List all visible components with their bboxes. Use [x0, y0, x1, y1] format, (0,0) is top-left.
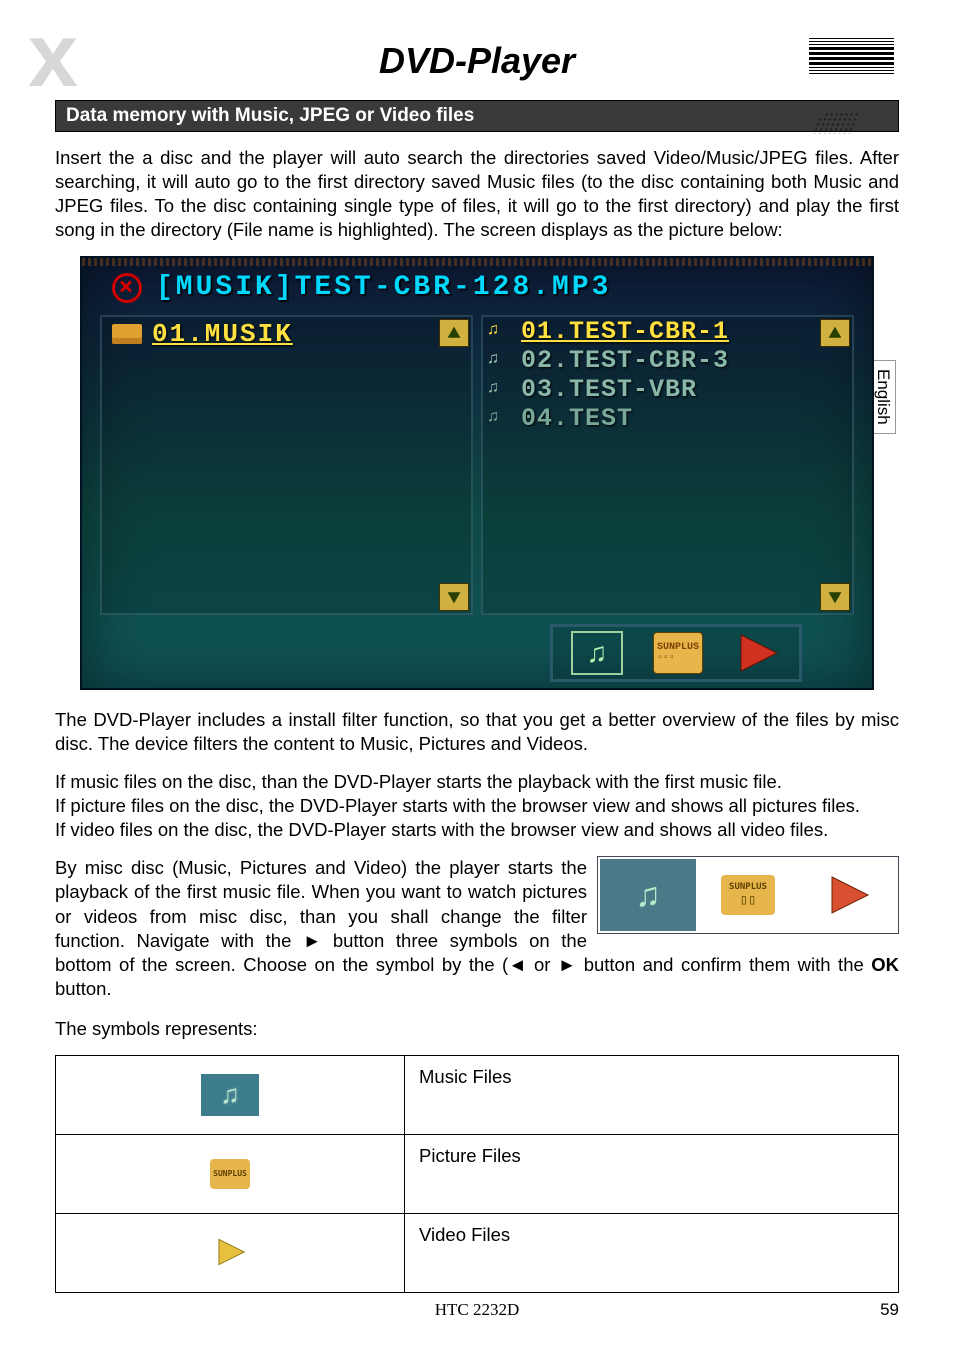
symbols-label: The symbols represents:: [55, 1017, 899, 1041]
table-row: Video Files: [56, 1213, 899, 1292]
symbols-table: ♫ Music Files SUNPLUS Picture Files Vide…: [55, 1055, 899, 1293]
file-item: 03.TEST-VBR: [521, 375, 697, 404]
picture-files-label: Picture Files: [405, 1134, 899, 1213]
music-note-icon: ♫: [487, 379, 511, 401]
picture-filter-icon: SUNPLUS▫▫▫: [653, 632, 703, 674]
video-files-label: Video Files: [405, 1213, 899, 1292]
music-filter-icon: ♫: [598, 857, 698, 933]
folder-icon: [112, 324, 142, 344]
brand-logo: x: [28, 25, 78, 88]
scroll-down-icon: [820, 583, 850, 611]
picture-files-icon: SUNPLUS: [199, 1151, 261, 1197]
intro-text: Insert the a disc and the player will au…: [55, 146, 899, 242]
music-filter-icon: ♫: [571, 631, 623, 675]
filter-bar: ♫ SUNPLUS▫▫▫: [550, 624, 802, 682]
page-title: DVD-Player: [55, 40, 899, 82]
music-note-icon: ♫: [487, 408, 511, 430]
page-number: 59: [880, 1300, 899, 1320]
file-item: 01.TEST-CBR-1: [521, 317, 729, 346]
folder-panel: 01.MUSIK: [100, 315, 473, 615]
table-row: SUNPLUS Picture Files: [56, 1134, 899, 1213]
scroll-up-icon: [439, 319, 469, 347]
model-number: HTC 2232D: [55, 1300, 899, 1320]
decorative-lines-icon: [809, 38, 894, 76]
scroll-down-icon: [439, 583, 469, 611]
scroll-up-icon: [820, 319, 850, 347]
page-footer: HTC 2232D 59: [55, 1300, 899, 1320]
music-files-label: Music Files: [405, 1055, 899, 1134]
music-note-icon: ♫: [487, 350, 511, 372]
screenshot-title: [MUSIK]TEST-CBR-128.MP3: [156, 272, 611, 303]
player-screenshot: [MUSIK]TEST-CBR-128.MP3 01.MUSIK: [80, 256, 874, 690]
folder-label: 01.MUSIK: [152, 319, 293, 349]
video-filter-icon: [733, 633, 781, 673]
filter-icons-inset: ♫ SUNPLUS▯▯: [597, 856, 899, 934]
video-filter-icon: [798, 857, 898, 933]
music-note-icon: ♫: [487, 321, 511, 343]
music-files-icon: ♫: [199, 1072, 261, 1118]
file-item: 02.TEST-CBR-3: [521, 346, 729, 375]
section-heading: Data memory with Music, JPEG or Video fi…: [55, 100, 899, 132]
file-item: 04.TEST: [521, 404, 633, 433]
music-behavior-text: If music files on the disc, than the DVD…: [55, 770, 899, 794]
file-panel: ♫ 01.TEST-CBR-1 ♫ 02.TEST-CBR-3 ♫ 03.TES…: [481, 315, 854, 615]
close-icon: [112, 273, 142, 303]
video-behavior-text: If video files on the disc, the DVD-Play…: [55, 818, 899, 842]
picture-filter-icon: SUNPLUS▯▯: [698, 857, 798, 933]
filter-description: The DVD-Player includes a install filter…: [55, 708, 899, 756]
picture-behavior-text: If picture files on the disc, the DVD-Pl…: [55, 794, 899, 818]
video-files-icon: [199, 1229, 261, 1275]
table-row: ♫ Music Files: [56, 1055, 899, 1134]
